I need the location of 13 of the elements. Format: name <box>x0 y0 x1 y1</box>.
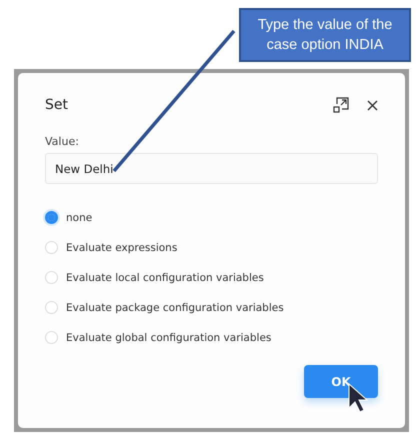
radio-option[interactable]: Evaluate expressions <box>45 238 378 257</box>
dialog-title: Set <box>45 97 68 113</box>
radio-option[interactable]: Evaluate global configuration variables <box>45 328 378 347</box>
callout-box: Type the value of the case option INDIA <box>239 8 411 62</box>
value-label: Value: <box>45 135 80 148</box>
value-input[interactable]: New Delhi <box>45 153 378 184</box>
cursor-icon <box>348 382 368 413</box>
radio-option[interactable]: none <box>45 208 378 227</box>
radio-button[interactable] <box>45 211 58 224</box>
close-icon[interactable] <box>367 100 378 110</box>
radio-option[interactable]: Evaluate package configuration variables <box>45 298 378 317</box>
radio-option[interactable]: Evaluate local configuration variables <box>45 268 378 287</box>
expand-icon[interactable] <box>333 97 349 113</box>
